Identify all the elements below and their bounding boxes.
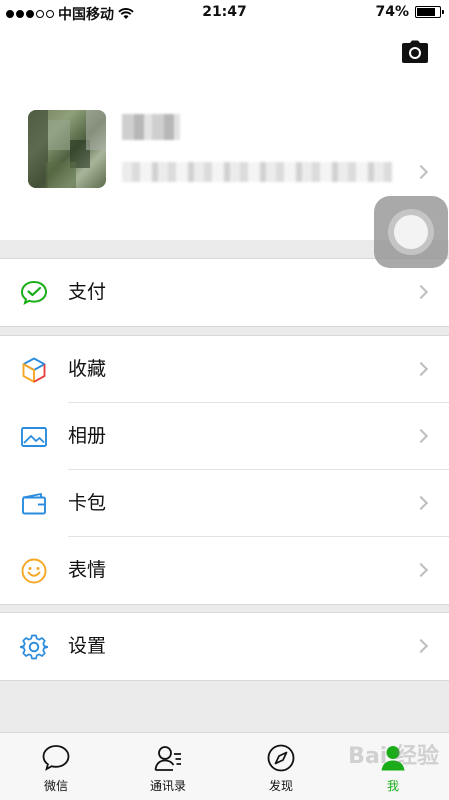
menu-item-pay[interactable]: 支付	[0, 259, 449, 326]
menu-item-cards-label: 卡包	[68, 492, 107, 514]
status-right: 74%	[375, 4, 444, 20]
battery-fill	[417, 8, 435, 16]
chat-bubble-icon	[42, 745, 70, 771]
tab-discover-label: 发现	[268, 779, 293, 793]
battery-icon	[415, 6, 444, 18]
menu-item-favorites-label: 收藏	[68, 358, 107, 380]
chevron-right-icon	[413, 428, 429, 444]
menu-item-stickers[interactable]: 表情	[0, 537, 449, 604]
menu-item-album[interactable]: 相册	[0, 403, 449, 470]
cube-icon	[22, 357, 46, 383]
tab-contacts[interactable]: 通讯录	[128, 743, 208, 794]
tab-discover[interactable]: 发现	[241, 743, 321, 794]
smiley-icon	[21, 558, 47, 584]
assistive-touch-button[interactable]	[374, 196, 448, 268]
tab-chats-label: 微信	[43, 779, 68, 793]
status-bar: 中国移动 21:47 74%	[0, 0, 449, 26]
contacts-icon	[154, 746, 181, 771]
menu-item-settings-label: 设置	[68, 635, 107, 657]
menu-group-content: 收藏 相册 卡包 表情	[0, 335, 449, 605]
menu-item-album-label: 相册	[68, 425, 107, 447]
menu-group-pay: 支付	[0, 258, 449, 327]
menu-item-cards[interactable]: 卡包	[0, 470, 449, 537]
menu-group-settings: 设置	[0, 612, 449, 681]
chevron-right-icon	[413, 164, 429, 180]
camera-icon[interactable]	[401, 40, 429, 64]
tab-chats[interactable]: 微信	[16, 743, 96, 794]
menu-item-settings[interactable]: 设置	[0, 613, 449, 680]
menu-item-pay-label: 支付	[68, 281, 107, 303]
gear-icon	[20, 634, 48, 660]
wechat-pay-icon	[20, 280, 48, 305]
menu-item-favorites[interactable]: 收藏	[0, 336, 449, 403]
battery-percent: 74%	[375, 4, 409, 20]
nickname-blurred	[122, 114, 180, 140]
compass-icon	[267, 744, 295, 772]
chevron-right-icon	[413, 638, 429, 654]
watermark: Bai 经验	[348, 744, 439, 769]
chevron-right-icon	[413, 361, 429, 377]
menu-item-stickers-label: 表情	[68, 559, 107, 581]
picture-icon	[21, 427, 47, 447]
wallet-icon	[22, 493, 46, 515]
tab-me-label: 我	[386, 779, 399, 793]
chevron-right-icon	[413, 495, 429, 511]
avatar[interactable]	[28, 110, 106, 188]
wechat-id-blurred	[122, 162, 392, 182]
chevron-right-icon	[413, 562, 429, 578]
tab-contacts-label: 通讯录	[149, 779, 186, 793]
chevron-right-icon	[413, 284, 429, 300]
